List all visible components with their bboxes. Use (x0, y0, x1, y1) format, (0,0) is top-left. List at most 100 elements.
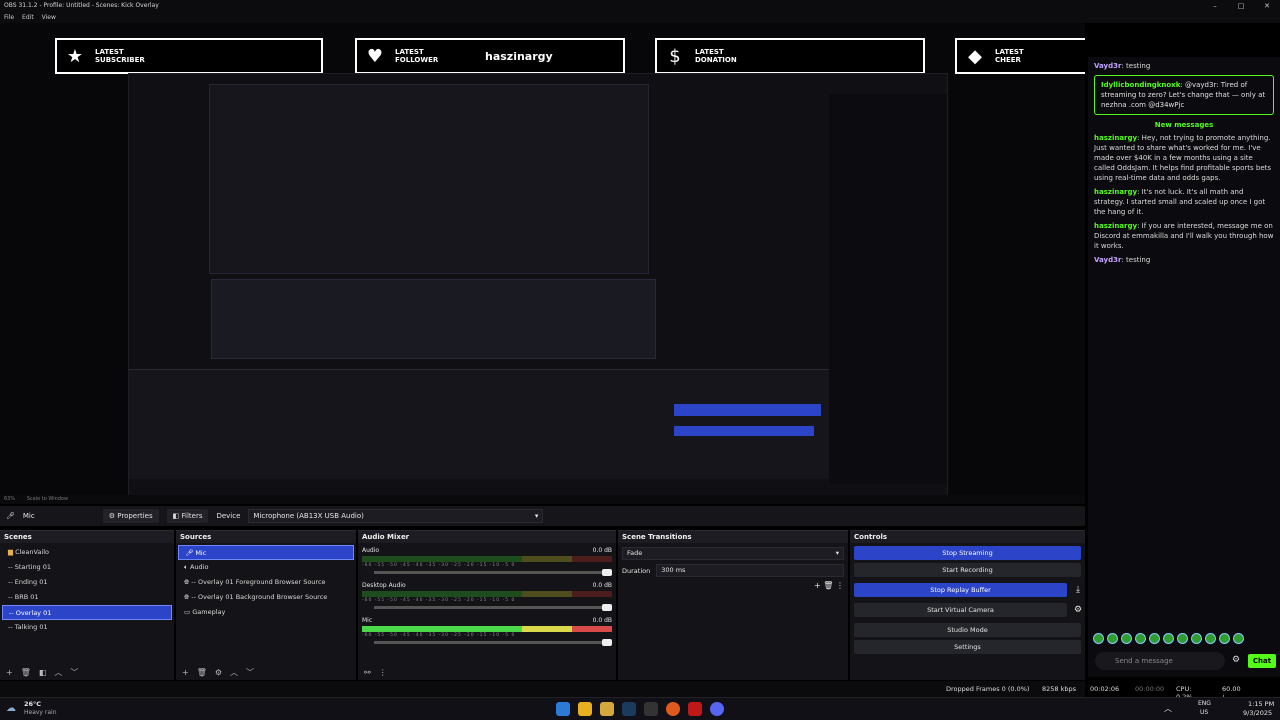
add-icon[interactable]: + (182, 668, 189, 677)
chat-settings-gear-icon[interactable]: ⚙ (1232, 655, 1240, 665)
close-button[interactable]: ✕ (1254, 0, 1280, 12)
emote-icon[interactable] (1135, 633, 1146, 644)
weather-text[interactable]: Heavy rain (24, 709, 57, 716)
trash-icon[interactable]: 🗑︎ (197, 668, 207, 677)
move-up-icon[interactable]: ︿ (230, 667, 238, 678)
filter-icon[interactable]: ◧ (39, 668, 47, 677)
stop-streaming-button[interactable]: Stop Streaming (854, 546, 1081, 560)
menu-file[interactable]: File (4, 12, 14, 23)
minimize-button[interactable]: – (1202, 0, 1228, 12)
volume-slider[interactable] (374, 639, 612, 646)
language[interactable]: ENG (1198, 700, 1211, 707)
scenes-dock: Scenes ▆ CleanVailo -- Starting 01 -- En… (0, 530, 174, 680)
add-icon[interactable]: + (6, 668, 13, 677)
source-label: -- Overlay 01 Background Browser Source (191, 593, 328, 601)
source-label: -- Overlay 01 Foreground Browser Source (191, 578, 326, 586)
emote-icon[interactable] (1205, 633, 1216, 644)
emote-icon[interactable] (1219, 633, 1230, 644)
volume-slider[interactable] (374, 604, 612, 611)
link-icon[interactable]: ⚯ (364, 668, 371, 677)
latest-donation-alert: $ LATEST DONATION (655, 38, 925, 74)
clock-date[interactable]: 9/3/2025 (1243, 709, 1272, 717)
weather-icon: ☁ (6, 703, 16, 714)
move-down-icon[interactable]: ﹀ (246, 667, 254, 678)
chat-input[interactable]: Send a message (1095, 652, 1225, 670)
more-icon[interactable]: ⋮ (379, 668, 387, 677)
scenes-list: ▆ CleanVailo -- Starting 01 -- Ending 01… (0, 543, 174, 637)
scene-item[interactable]: -- BRB 01 (2, 590, 172, 605)
gear-icon[interactable]: ⚙ (1071, 605, 1085, 615)
emote-icon[interactable] (1163, 633, 1174, 644)
more-icon[interactable]: ⋮ (836, 581, 844, 590)
chat-username[interactable]: haszinargy (1094, 222, 1137, 230)
add-icon[interactable]: + (814, 581, 821, 590)
transition-type-select[interactable]: Fade ▾ (622, 547, 844, 560)
file-explorer-icon[interactable] (600, 702, 614, 716)
windows-start-icon[interactable] (556, 702, 570, 716)
chat-send-button[interactable]: Chat (1248, 654, 1276, 668)
emote-icon[interactable] (1233, 633, 1244, 644)
scene-item[interactable]: -- Starting 01 (2, 560, 172, 575)
zoom-mode[interactable]: Scale to Window (27, 496, 68, 502)
trash-icon[interactable]: 🗑︎ (21, 668, 31, 677)
preview-canvas[interactable]: ★ LATEST SUBSCRIBER ♥ LATEST FOLLOWER ha… (0, 23, 1085, 495)
notes-app-icon[interactable] (578, 702, 592, 716)
trash-icon[interactable]: 🗑︎ (823, 581, 833, 590)
chat-username[interactable]: Vayd3r (1094, 62, 1121, 70)
source-item[interactable]: 🌐︎ -- Overlay 01 Background Browser Sour… (178, 590, 354, 605)
selected-source-name: Mic (22, 512, 35, 520)
emote-icon[interactable] (1107, 633, 1118, 644)
start-recording-button[interactable]: Start Recording (854, 563, 1081, 577)
scene-item-selected[interactable]: -- Overlay 01 (2, 605, 172, 620)
mic-icon: 🎤︎ (6, 512, 15, 520)
move-up-icon[interactable]: ︿ (54, 667, 62, 678)
source-item-selected[interactable]: 🎤︎ Mic (178, 545, 354, 560)
chat-username[interactable]: Idyllicbondingknoxk (1101, 81, 1180, 89)
volume-slider[interactable] (374, 569, 612, 576)
emote-icon[interactable] (1191, 633, 1202, 644)
clock-time[interactable]: 1:15 PM (1248, 700, 1274, 708)
menu-view[interactable]: View (42, 12, 56, 23)
scene-item[interactable]: ▆ CleanVailo (2, 545, 172, 560)
emote-bar (1093, 633, 1244, 644)
alert-label: LATEST DONATION (695, 48, 737, 64)
app-icon[interactable] (644, 702, 658, 716)
weather-temp[interactable]: 26°C (24, 700, 41, 708)
properties-button[interactable]: ⚙ Properties (102, 509, 159, 523)
device-select[interactable]: Microphone (AB13X USB Audio) ▾ (248, 509, 544, 523)
settings-button[interactable]: Settings (854, 640, 1081, 654)
meter-scale: -60 -55 -50 -45 -40 -35 -30 -25 -20 -15 … (362, 563, 516, 568)
duration-input[interactable]: 300 ms (656, 564, 844, 577)
source-item[interactable]: ▭ Gameplay (178, 605, 354, 620)
gear-icon[interactable]: ⚙ (215, 668, 222, 677)
emote-icon[interactable] (1121, 633, 1132, 644)
scene-item[interactable]: -- Talking 01 (2, 620, 172, 635)
chat-username[interactable]: Vayd3r (1094, 256, 1121, 264)
studio-mode-button[interactable]: Studio Mode (854, 623, 1081, 637)
menu-edit[interactable]: Edit (22, 12, 34, 23)
chat-text: : testing (1121, 62, 1151, 70)
app-icon[interactable] (688, 702, 702, 716)
zoom-percent[interactable]: 63% (4, 496, 15, 502)
discord-icon[interactable] (710, 702, 724, 716)
chat-username[interactable]: haszinargy (1094, 134, 1137, 142)
volume-meter-active (362, 626, 612, 632)
emote-icon[interactable] (1149, 633, 1160, 644)
source-item[interactable]: 🌐︎ -- Overlay 01 Foreground Browser Sour… (178, 575, 354, 590)
chat-username[interactable]: haszinargy (1094, 188, 1137, 196)
firefox-icon[interactable] (666, 702, 680, 716)
start-virtual-camera-button[interactable]: Start Virtual Camera (854, 603, 1067, 617)
filters-button[interactable]: ◧ Filters (166, 509, 209, 523)
chevron-up-icon[interactable]: ︿ (1164, 703, 1172, 714)
move-down-icon[interactable]: ﹀ (70, 667, 78, 678)
scene-item[interactable]: -- Ending 01 (2, 575, 172, 590)
steam-icon[interactable] (622, 702, 636, 716)
region[interactable]: US (1200, 709, 1208, 716)
source-item[interactable]: 🔈︎ Audio (178, 560, 354, 575)
stop-replay-buffer-button[interactable]: Stop Replay Buffer (854, 583, 1067, 597)
save-replay-icon[interactable]: ⤓ (1071, 585, 1085, 595)
emote-icon[interactable] (1177, 633, 1188, 644)
audio-mixer-title: Audio Mixer (358, 531, 616, 543)
emote-icon[interactable] (1093, 633, 1104, 644)
maximize-button[interactable]: □ (1228, 0, 1254, 12)
